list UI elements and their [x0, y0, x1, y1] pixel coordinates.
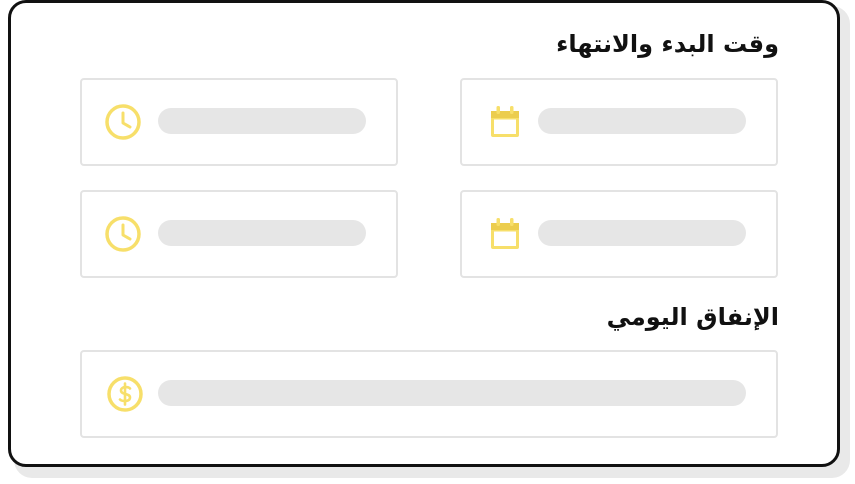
daily-spend-title: الإنفاق اليومي — [606, 303, 779, 331]
dollar-icon — [106, 375, 144, 413]
start-date-placeholder-bar — [538, 108, 746, 134]
daily-spend-field[interactable] — [80, 350, 778, 438]
start-date-field[interactable] — [460, 78, 778, 166]
clock-icon — [104, 103, 142, 141]
start-end-time-title: وقت البدء والانتهاء — [556, 30, 779, 58]
end-date-field[interactable] — [460, 190, 778, 278]
start-time-field[interactable] — [80, 78, 398, 166]
calendar-icon — [486, 103, 524, 141]
calendar-icon — [486, 215, 524, 253]
end-date-placeholder-bar — [538, 220, 746, 246]
start-time-placeholder-bar — [158, 108, 366, 134]
clock-icon — [104, 215, 142, 253]
daily-spend-placeholder-bar — [158, 380, 746, 406]
end-time-field[interactable] — [80, 190, 398, 278]
end-time-placeholder-bar — [158, 220, 366, 246]
